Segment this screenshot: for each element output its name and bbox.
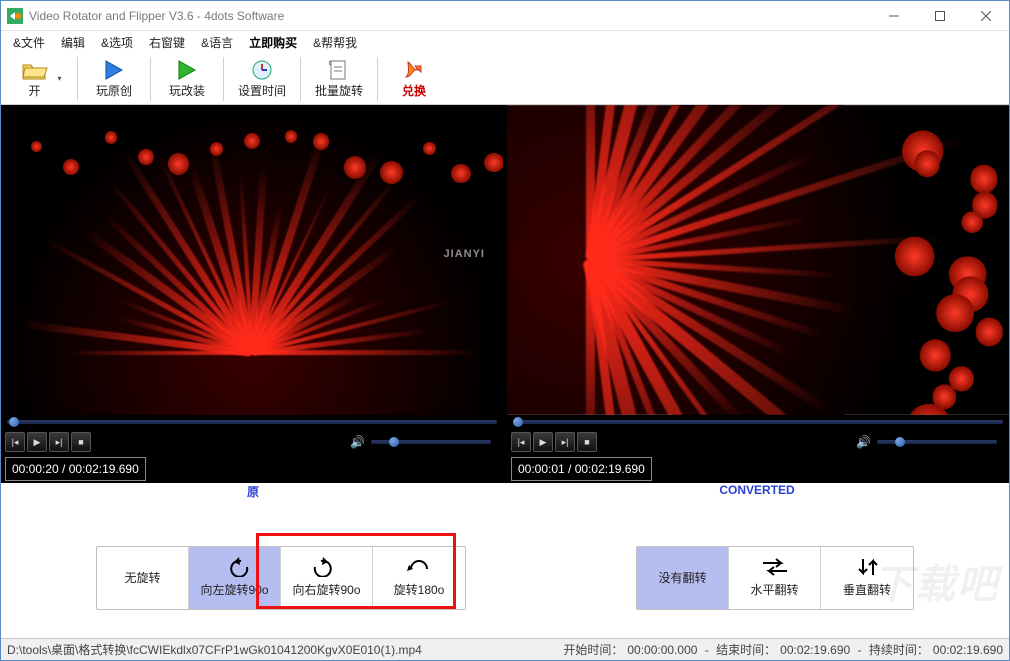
window-controls (871, 1, 1009, 30)
clock-icon (250, 59, 274, 81)
next-button[interactable]: ▸| (555, 432, 575, 452)
flip-option-group: 没有翻转 水平翻转 垂直翻转 (636, 546, 914, 610)
status-bar: D:\tools\桌面\格式转换\fcCWIEkdlx07CFrP1wGk010… (1, 638, 1009, 660)
original-seek-bar[interactable] (1, 415, 503, 429)
converted-label: CONVERTED (505, 483, 1009, 503)
open-dropdown-arrow-icon[interactable]: ▾ (56, 57, 63, 101)
flame-arrow-icon (402, 59, 426, 81)
batch-rotate-button[interactable]: 批量旋转 (307, 55, 371, 103)
rotate-right-icon (313, 557, 341, 577)
status-times: 开始时间：00:00:00.000 - 结束时间：00:02:19.690 - … (559, 641, 1003, 658)
menu-bar: &文件 编辑 &选项 右窗键 &语言 立即购买 &帮帮我 (1, 31, 1009, 53)
volume-slider[interactable] (371, 440, 491, 444)
converted-time-display: 00:00:01 / 00:02:19.690 (511, 457, 652, 481)
converted-video-view[interactable] (507, 105, 1009, 415)
close-button[interactable] (963, 1, 1009, 30)
pane-labels: 原 CONVERTED (1, 483, 1009, 503)
menu-buy-now[interactable]: 立即购买 (241, 32, 305, 53)
menu-edit[interactable]: 编辑 (53, 32, 93, 53)
menu-file[interactable]: &文件 (5, 32, 53, 53)
toolbar-separator (377, 57, 378, 101)
rotate-left-icon (221, 557, 249, 577)
next-button[interactable]: ▸| (49, 432, 69, 452)
original-time-row: 00:00:20 / 00:02:19.690 (1, 455, 503, 483)
stop-button[interactable]: ■ (71, 432, 91, 452)
converted-seek-bar[interactable] (507, 415, 1009, 429)
menu-options[interactable]: &选项 (93, 32, 141, 53)
play-blue-icon (102, 59, 126, 81)
rotate-right-90-button[interactable]: 向右旋转90o (281, 547, 373, 609)
rotate-180-button[interactable]: 旋转180o (373, 547, 465, 609)
toolbar: 开 ▾ 玩原创 玩改装 设置时间 批量旋转 兑换 (1, 53, 1009, 105)
menu-help[interactable]: &帮帮我 (305, 32, 365, 53)
menu-rightkey[interactable]: 右窗键 (141, 32, 193, 53)
set-time-button[interactable]: 设置时间 (230, 55, 294, 103)
original-video-pane: JIANYI |◂ ▶ ▸| ■ 🔊 00:00:20 / 00:02:19.6… (1, 105, 503, 483)
video-area: JIANYI |◂ ▶ ▸| ■ 🔊 00:00:20 / 00:02:19.6… (1, 105, 1009, 483)
stop-button[interactable]: ■ (577, 432, 597, 452)
flip-horizontal-button[interactable]: 水平翻转 (729, 547, 821, 609)
prev-button[interactable]: |◂ (511, 432, 531, 452)
video-watermark: JIANYI (444, 248, 485, 260)
play-green-icon (175, 59, 199, 81)
rotate-none-button[interactable]: 无旋转 (97, 547, 189, 609)
speaker-icon[interactable]: 🔊 (856, 435, 871, 449)
script-icon (327, 59, 351, 81)
toolbar-separator (150, 57, 151, 101)
status-filepath: D:\tools\桌面\格式转换\fcCWIEkdlx07CFrP1wGk010… (7, 641, 559, 658)
maximize-button[interactable] (917, 1, 963, 30)
flip-vertical-button[interactable]: 垂直翻转 (821, 547, 913, 609)
toolbar-separator (223, 57, 224, 101)
converted-time-row: 00:00:01 / 00:02:19.690 (507, 455, 1009, 483)
open-button[interactable]: 开 ▾ (7, 55, 71, 103)
title-bar: Video Rotator and Flipper V3.6 - 4dots S… (1, 1, 1009, 31)
original-time-display: 00:00:20 / 00:02:19.690 (5, 457, 146, 481)
minimize-button[interactable] (871, 1, 917, 30)
play-modified-button[interactable]: 玩改装 (157, 55, 217, 103)
window-title: Video Rotator and Flipper V3.6 - 4dots S… (29, 9, 871, 23)
menu-language[interactable]: &语言 (193, 32, 241, 53)
rotate-180-icon (405, 557, 433, 577)
original-video-view[interactable]: JIANYI (1, 105, 503, 415)
converted-controls: |◂ ▶ ▸| ■ 🔊 (507, 429, 1009, 455)
converted-video-pane: |◂ ▶ ▸| ■ 🔊 00:00:01 / 00:02:19.690 (507, 105, 1009, 483)
speaker-icon[interactable]: 🔊 (350, 435, 365, 449)
original-label: 原 (1, 483, 505, 503)
rotate-option-group: 无旋转 向左旋转90o 向右旋转90o 旋转180o (96, 546, 466, 610)
options-area: 无旋转 向左旋转90o 向右旋转90o 旋转180o 没有翻转 水平翻转 垂直翻… (1, 503, 1009, 638)
prev-button[interactable]: |◂ (5, 432, 25, 452)
rotate-left-90-button[interactable]: 向左旋转90o (189, 547, 281, 609)
original-controls: |◂ ▶ ▸| ■ 🔊 (1, 429, 503, 455)
volume-slider[interactable] (877, 440, 997, 444)
play-button[interactable]: ▶ (27, 432, 47, 452)
flip-horizontal-icon (761, 557, 789, 577)
play-button[interactable]: ▶ (533, 432, 553, 452)
play-original-button[interactable]: 玩原创 (84, 55, 144, 103)
folder-open-icon (21, 59, 49, 81)
flip-vertical-icon (853, 557, 881, 577)
toolbar-separator (300, 57, 301, 101)
app-icon (7, 8, 23, 24)
flip-none-button[interactable]: 没有翻转 (637, 547, 729, 609)
convert-button[interactable]: 兑换 (384, 55, 444, 103)
toolbar-separator (77, 57, 78, 101)
